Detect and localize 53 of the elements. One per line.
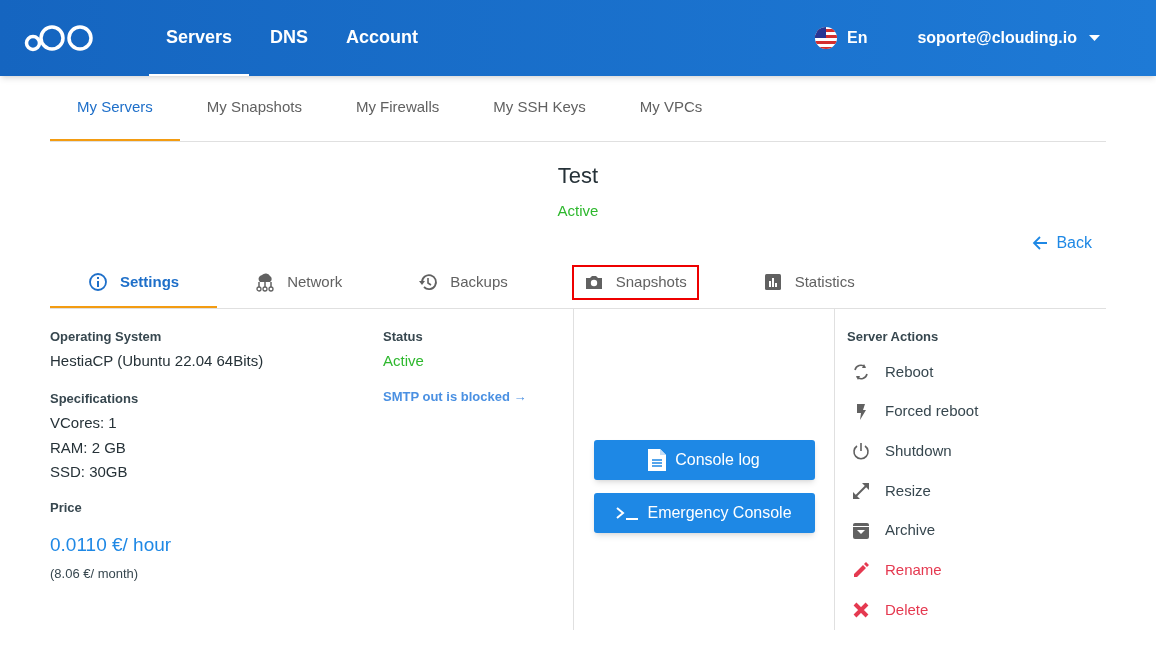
spec-value: SSD: 30GB xyxy=(50,462,129,482)
field-label: Status xyxy=(383,327,424,346)
smtp-link[interactable]: SMTP out is blocked → xyxy=(383,386,527,406)
page-tab[interactable]: My Firewalls xyxy=(328,76,467,141)
cloud-network-icon xyxy=(255,272,276,292)
field-label: Specifications xyxy=(50,389,140,408)
server-name: Test xyxy=(557,162,599,190)
detail-tab[interactable]: Statistics xyxy=(750,264,867,300)
detail-tab[interactable]: Settings xyxy=(76,264,192,300)
info-icon xyxy=(88,272,108,292)
server-status: Active xyxy=(557,201,599,221)
back-link[interactable]: Back xyxy=(1032,230,1092,255)
server-action[interactable]: Delete xyxy=(847,590,1106,630)
spec-value: RAM: 2 GB xyxy=(50,437,127,458)
archive-icon xyxy=(851,520,871,541)
server-action[interactable]: Forced reboot xyxy=(847,391,1106,432)
caret-icon xyxy=(1089,35,1100,41)
detail-tab[interactable]: Snapshots xyxy=(571,264,699,300)
page-tab[interactable]: My SSH Keys xyxy=(466,76,613,141)
section-title: Server Actions xyxy=(847,327,940,346)
detail-tab[interactable]: Backups xyxy=(406,264,520,300)
power-icon xyxy=(851,441,871,462)
console-button[interactable]: Console log xyxy=(593,439,815,480)
document-icon xyxy=(648,448,667,471)
page-tab[interactable]: My Servers xyxy=(50,76,180,141)
page-tab[interactable]: My Snapshots xyxy=(179,76,329,141)
language-label[interactable]: En xyxy=(846,26,868,50)
detail-tab[interactable]: Network xyxy=(243,264,355,300)
logo-icon[interactable] xyxy=(24,24,94,52)
history-icon xyxy=(418,272,439,292)
user-menu[interactable]: soporte@clouding.io xyxy=(917,26,1100,50)
us-flag-icon[interactable] xyxy=(814,27,837,49)
nav-tab[interactable]: Servers xyxy=(149,0,250,76)
server-action[interactable]: Rename xyxy=(847,550,1106,591)
field-label: Price xyxy=(50,498,83,517)
field-label: Operating System xyxy=(50,327,163,346)
nav-tab[interactable]: DNS xyxy=(253,0,326,76)
console-button[interactable]: Emergency Console xyxy=(593,492,815,533)
status-value: Active xyxy=(383,351,425,371)
server-action[interactable]: Resize xyxy=(847,471,1106,511)
price-per-hour: 0.0110 €/ hour xyxy=(50,533,173,557)
server-action[interactable]: Shutdown xyxy=(847,431,1106,472)
server-action[interactable]: Reboot xyxy=(847,352,1106,392)
resize-icon xyxy=(851,480,871,501)
nav-tab[interactable]: Account xyxy=(329,0,436,76)
spec-value: VCores: 1 xyxy=(50,413,118,433)
os-value: HestiaCP (Ubuntu 22.04 64Bits) xyxy=(50,351,265,371)
terminal-icon xyxy=(616,505,639,520)
arrow-left-icon xyxy=(1032,234,1049,251)
page-tab[interactable]: My VPCs xyxy=(612,76,730,141)
bar-chart-icon xyxy=(762,272,783,292)
server-action[interactable]: Archive xyxy=(847,510,1106,551)
price-per-month: (8.06 €/ month) xyxy=(50,564,140,583)
